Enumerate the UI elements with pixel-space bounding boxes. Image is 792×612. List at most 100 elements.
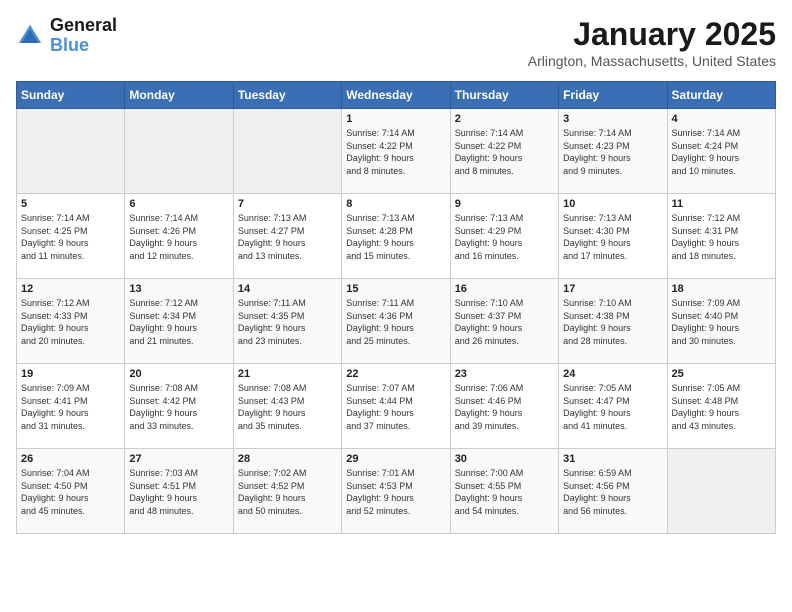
day-number: 13 xyxy=(129,283,228,295)
cell-info: and 21 minutes. xyxy=(129,335,228,348)
cell-info: Daylight: 9 hours xyxy=(21,322,120,335)
cell-info: Sunset: 4:37 PM xyxy=(455,310,554,323)
calendar-week-3: 12Sunrise: 7:12 AMSunset: 4:33 PMDayligh… xyxy=(17,279,776,364)
cell-info: Sunrise: 7:00 AM xyxy=(455,467,554,480)
calendar-cell: 4Sunrise: 7:14 AMSunset: 4:24 PMDaylight… xyxy=(667,109,775,194)
cell-info: Sunset: 4:28 PM xyxy=(346,225,445,238)
calendar-cell: 14Sunrise: 7:11 AMSunset: 4:35 PMDayligh… xyxy=(233,279,341,364)
cell-info: and 35 minutes. xyxy=(238,420,337,433)
day-number: 24 xyxy=(563,368,662,380)
calendar-cell: 24Sunrise: 7:05 AMSunset: 4:47 PMDayligh… xyxy=(559,364,667,449)
cell-info: and 12 minutes. xyxy=(129,250,228,263)
calendar-cell: 7Sunrise: 7:13 AMSunset: 4:27 PMDaylight… xyxy=(233,194,341,279)
cell-info: Sunset: 4:30 PM xyxy=(563,225,662,238)
cell-info: and 8 minutes. xyxy=(346,165,445,178)
cell-info: and 25 minutes. xyxy=(346,335,445,348)
cell-info: Sunrise: 7:08 AM xyxy=(238,382,337,395)
day-number: 22 xyxy=(346,368,445,380)
calendar-cell: 2Sunrise: 7:14 AMSunset: 4:22 PMDaylight… xyxy=(450,109,558,194)
header-cell-tuesday: Tuesday xyxy=(233,82,341,109)
day-number: 19 xyxy=(21,368,120,380)
cell-info: Sunset: 4:22 PM xyxy=(455,140,554,153)
subtitle: Arlington, Massachusetts, United States xyxy=(528,53,776,69)
title-block: January 2025 Arlington, Massachusetts, U… xyxy=(528,16,776,69)
cell-info: Sunset: 4:41 PM xyxy=(21,395,120,408)
calendar-cell: 16Sunrise: 7:10 AMSunset: 4:37 PMDayligh… xyxy=(450,279,558,364)
calendar-cell: 8Sunrise: 7:13 AMSunset: 4:28 PMDaylight… xyxy=(342,194,450,279)
calendar-cell: 11Sunrise: 7:12 AMSunset: 4:31 PMDayligh… xyxy=(667,194,775,279)
cell-info: Daylight: 9 hours xyxy=(346,407,445,420)
day-number: 4 xyxy=(672,113,771,125)
calendar-cell: 18Sunrise: 7:09 AMSunset: 4:40 PMDayligh… xyxy=(667,279,775,364)
cell-info: and 13 minutes. xyxy=(238,250,337,263)
cell-info: Sunrise: 7:01 AM xyxy=(346,467,445,480)
cell-info: Daylight: 9 hours xyxy=(563,407,662,420)
cell-info: Sunset: 4:52 PM xyxy=(238,480,337,493)
cell-info: Sunset: 4:53 PM xyxy=(346,480,445,493)
logo-icon xyxy=(16,22,44,50)
cell-info: and 17 minutes. xyxy=(563,250,662,263)
cell-info: Sunrise: 7:14 AM xyxy=(346,127,445,140)
cell-info: Sunset: 4:43 PM xyxy=(238,395,337,408)
cell-info: and 37 minutes. xyxy=(346,420,445,433)
cell-info: Sunset: 4:23 PM xyxy=(563,140,662,153)
cell-info: Sunset: 4:50 PM xyxy=(21,480,120,493)
calendar-cell xyxy=(667,449,775,534)
cell-info: Sunrise: 7:13 AM xyxy=(455,212,554,225)
cell-info: Sunrise: 7:06 AM xyxy=(455,382,554,395)
cell-info: Daylight: 9 hours xyxy=(455,237,554,250)
cell-info: and 26 minutes. xyxy=(455,335,554,348)
calendar-week-2: 5Sunrise: 7:14 AMSunset: 4:25 PMDaylight… xyxy=(17,194,776,279)
day-number: 2 xyxy=(455,113,554,125)
calendar-cell: 27Sunrise: 7:03 AMSunset: 4:51 PMDayligh… xyxy=(125,449,233,534)
cell-info: Sunset: 4:34 PM xyxy=(129,310,228,323)
cell-info: and 31 minutes. xyxy=(21,420,120,433)
cell-info: Sunset: 4:47 PM xyxy=(563,395,662,408)
cell-info: Daylight: 9 hours xyxy=(672,322,771,335)
day-number: 27 xyxy=(129,453,228,465)
header-cell-thursday: Thursday xyxy=(450,82,558,109)
calendar-cell: 31Sunrise: 6:59 AMSunset: 4:56 PMDayligh… xyxy=(559,449,667,534)
cell-info: Sunrise: 7:14 AM xyxy=(563,127,662,140)
cell-info: Sunrise: 7:12 AM xyxy=(672,212,771,225)
cell-info: Daylight: 9 hours xyxy=(21,407,120,420)
main-title: January 2025 xyxy=(528,16,776,53)
day-number: 31 xyxy=(563,453,662,465)
calendar-cell xyxy=(17,109,125,194)
header-cell-monday: Monday xyxy=(125,82,233,109)
cell-info: Sunrise: 6:59 AM xyxy=(563,467,662,480)
cell-info: Sunset: 4:56 PM xyxy=(563,480,662,493)
cell-info: Sunset: 4:55 PM xyxy=(455,480,554,493)
cell-info: Sunset: 4:31 PM xyxy=(672,225,771,238)
cell-info: Daylight: 9 hours xyxy=(455,322,554,335)
day-number: 11 xyxy=(672,198,771,210)
cell-info: and 8 minutes. xyxy=(455,165,554,178)
cell-info: Sunrise: 7:14 AM xyxy=(21,212,120,225)
calendar-cell: 20Sunrise: 7:08 AMSunset: 4:42 PMDayligh… xyxy=(125,364,233,449)
cell-info: and 50 minutes. xyxy=(238,505,337,518)
cell-info: Sunset: 4:42 PM xyxy=(129,395,228,408)
cell-info: Sunset: 4:25 PM xyxy=(21,225,120,238)
cell-info: Sunset: 4:26 PM xyxy=(129,225,228,238)
cell-info: Daylight: 9 hours xyxy=(346,152,445,165)
cell-info: Sunset: 4:36 PM xyxy=(346,310,445,323)
cell-info: Daylight: 9 hours xyxy=(563,322,662,335)
cell-info: Daylight: 9 hours xyxy=(21,492,120,505)
cell-info: and 9 minutes. xyxy=(563,165,662,178)
header-cell-friday: Friday xyxy=(559,82,667,109)
cell-info: Daylight: 9 hours xyxy=(455,407,554,420)
day-number: 6 xyxy=(129,198,228,210)
cell-info: Sunset: 4:51 PM xyxy=(129,480,228,493)
calendar-week-4: 19Sunrise: 7:09 AMSunset: 4:41 PMDayligh… xyxy=(17,364,776,449)
cell-info: Sunset: 4:38 PM xyxy=(563,310,662,323)
calendar-cell: 13Sunrise: 7:12 AMSunset: 4:34 PMDayligh… xyxy=(125,279,233,364)
cell-info: Sunset: 4:46 PM xyxy=(455,395,554,408)
day-number: 14 xyxy=(238,283,337,295)
cell-info: Sunset: 4:24 PM xyxy=(672,140,771,153)
day-number: 17 xyxy=(563,283,662,295)
calendar-cell: 6Sunrise: 7:14 AMSunset: 4:26 PMDaylight… xyxy=(125,194,233,279)
page-header: General Blue January 2025 Arlington, Mas… xyxy=(16,16,776,69)
cell-info: Sunrise: 7:05 AM xyxy=(672,382,771,395)
calendar-cell: 21Sunrise: 7:08 AMSunset: 4:43 PMDayligh… xyxy=(233,364,341,449)
cell-info: and 33 minutes. xyxy=(129,420,228,433)
